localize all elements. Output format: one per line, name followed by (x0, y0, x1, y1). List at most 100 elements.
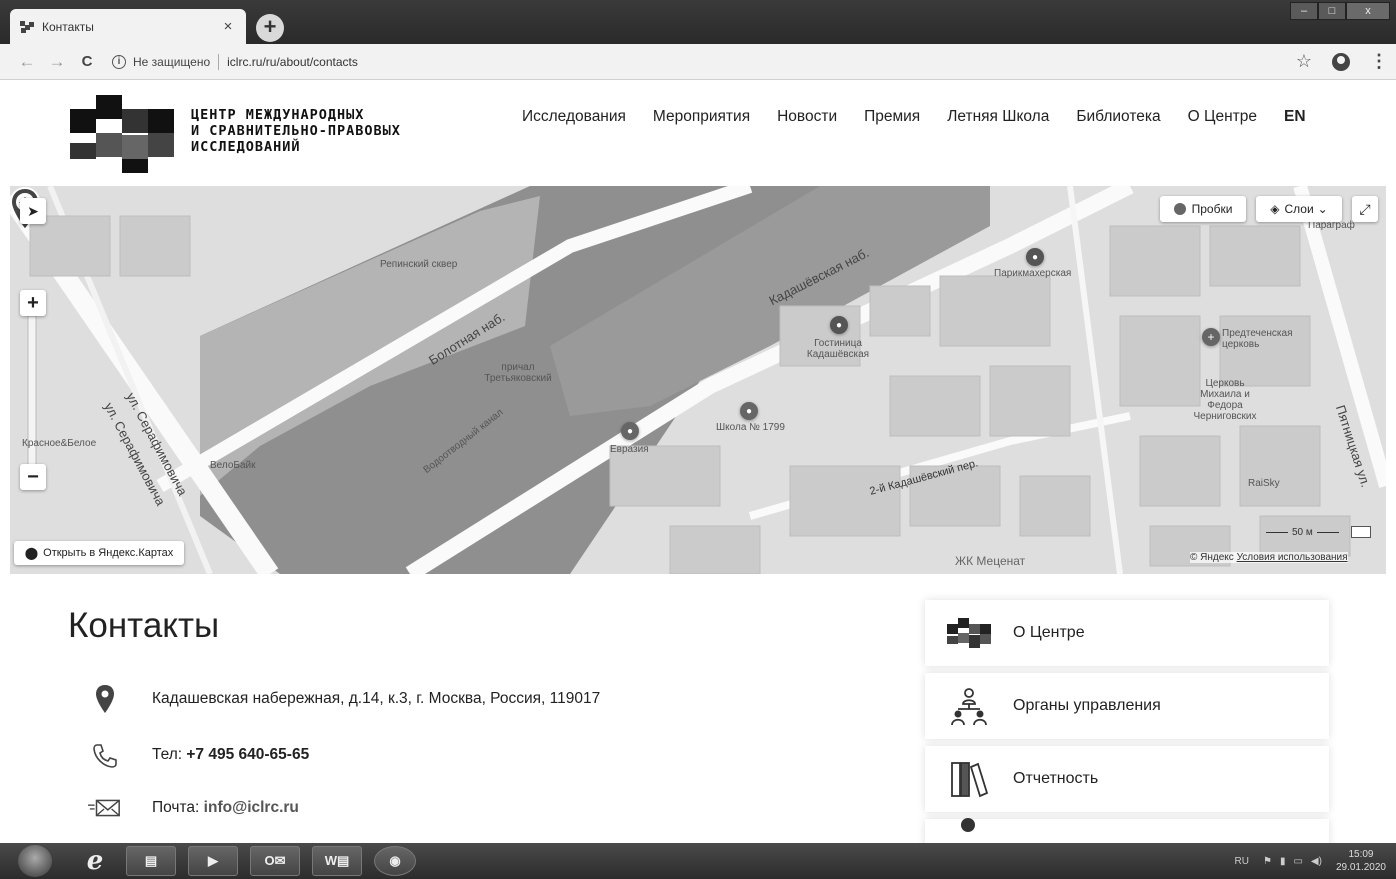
start-button[interactable] (18, 845, 52, 877)
volume-icon[interactable]: ◀) (1311, 856, 1322, 867)
phone-icon (88, 742, 122, 768)
phone-label: Тел: (152, 746, 183, 763)
address-text: Кадашевская набережная, д.14, к.3, г. Мо… (152, 690, 601, 707)
tab-title: Контакты (42, 19, 94, 34)
word-icon[interactable]: W▤ (312, 846, 362, 876)
site-header: ЦЕНТР МЕЖДУНАРОДНЫХ И СРАВНИТЕЛЬНО-ПРАВО… (0, 80, 1396, 185)
books-icon (947, 759, 991, 799)
eurasia-poi-icon[interactable]: ● (621, 422, 639, 440)
zoom-in-button[interactable]: + (20, 290, 46, 316)
hairdresser-poi-icon[interactable]: ● (1026, 248, 1044, 266)
traffic-button-label: Пробки (1191, 202, 1233, 216)
security-status: Не защищено (133, 54, 211, 69)
terms-link[interactable]: Условия использования (1237, 552, 1348, 563)
logo-line-3: ИССЛЕДОВАНИЙ (191, 139, 301, 155)
side-menu-item-governance[interactable]: Органы управления (925, 673, 1329, 739)
place-church-1: Предтеченская церковь (1222, 328, 1293, 350)
ruler-icon[interactable] (1350, 526, 1371, 538)
mail-link[interactable]: info@iclrc.ru (204, 799, 299, 816)
place-krasnoe: Красное&Белое (22, 438, 97, 449)
school-poi-icon[interactable]: ● (740, 402, 758, 420)
minimize-button[interactable]: – (1290, 2, 1318, 20)
open-in-yandex-button[interactable]: ⬤ Открыть в Яндекс.Картах (14, 541, 184, 565)
file-explorer-icon[interactable]: ▤ (126, 846, 176, 876)
media-player-icon[interactable]: ▶ (188, 846, 238, 876)
map-drawing (10, 186, 1386, 574)
hotel-poi-icon[interactable]: ● (830, 316, 848, 334)
outlook-icon[interactable]: O✉ (250, 846, 300, 876)
logo-icon (947, 613, 991, 653)
browser-tab-bar: Контакты × + – □ x (0, 0, 1396, 44)
geolocation-icon[interactable]: ➤ (20, 198, 46, 224)
nav-research[interactable]: Исследования (522, 108, 626, 126)
main-navigation: Исследования Мероприятия Новости Премия … (522, 108, 1306, 126)
side-menu-item-about[interactable]: О Центре (925, 600, 1329, 666)
page-title: Контакты (68, 606, 220, 645)
traffic-button[interactable]: Пробки (1160, 196, 1246, 222)
nav-summer-school[interactable]: Летняя Школа (947, 108, 1049, 126)
back-arrow-icon[interactable]: ← (12, 52, 42, 72)
profile-icon[interactable] (1332, 52, 1350, 71)
info-icon[interactable]: i (112, 54, 126, 69)
chevron-down-icon: ⌄ (1317, 202, 1328, 216)
nav-library[interactable]: Библиотека (1076, 108, 1160, 126)
mail-icon (88, 797, 122, 819)
nav-events[interactable]: Мероприятия (653, 108, 750, 126)
zoom-out-button[interactable]: − (20, 464, 46, 490)
close-window-button[interactable]: x (1346, 2, 1390, 20)
clock-date: 29.01.2020 (1335, 862, 1386, 873)
window-controls: – □ x (1290, 2, 1390, 20)
site-logo-text[interactable]: ЦЕНТР МЕЖДУНАРОДНЫХ И СРАВНИТЕЛЬНО-ПРАВО… (191, 107, 401, 155)
system-tray: RU ⚑ ▮ ▭ ◀) 15:09 29.01.2020 (1235, 848, 1386, 874)
monitor-icon[interactable]: ▭ (1293, 856, 1302, 867)
partial-item-icon (961, 818, 975, 832)
url-text[interactable]: iclrc.ru/ru/about/contacts (227, 55, 358, 69)
org-structure-icon (947, 686, 991, 726)
clock-time: 15:09 (1348, 849, 1374, 860)
browser-tab-active[interactable]: Контакты × (10, 9, 246, 44)
maximize-button[interactable]: □ (1318, 2, 1346, 20)
chrome-icon[interactable]: ◉ (374, 846, 416, 876)
side-menu-label: О Центре (1013, 624, 1085, 641)
phone-number[interactable]: +7 495 640-65-65 (186, 746, 309, 763)
layers-button[interactable]: ◈ Слои ⌄ (1256, 196, 1342, 222)
logo-line-2: И СРАВНИТЕЛЬНО-ПРАВОВЫХ (191, 123, 401, 139)
church-poi-icon[interactable]: + (1202, 328, 1220, 346)
browser-menu-icon[interactable]: ⋮ (1370, 51, 1388, 72)
place-school: Школа № 1799 (716, 422, 785, 433)
address-bar[interactable]: i Не защищено iclrc.ru/ru/about/contacts (112, 48, 1296, 76)
yandex-map[interactable]: Болотная наб. Кадашёвская наб. ул. Сераф… (10, 186, 1386, 574)
map-scale: 50 м (1266, 526, 1371, 538)
url-separator (218, 53, 220, 70)
keyboard-language[interactable]: RU (1235, 856, 1249, 867)
side-menu-label: Отчетность (1013, 770, 1099, 787)
place-church-2: Церковь Михаила и Федора Черниговских (1193, 378, 1257, 422)
nav-about[interactable]: О Центре (1188, 108, 1257, 126)
windows-taskbar: e ▤ ▶ O✉ W▤ ◉ RU ⚑ ▮ ▭ ◀) 15:09 29.01.20… (0, 843, 1396, 879)
layers-icon: ◈ (1270, 202, 1280, 216)
place-mecenat: ЖК Меценат (955, 554, 1026, 568)
flag-icon[interactable]: ⚑ (1263, 856, 1272, 867)
place-eurasia: Евразия (610, 444, 649, 455)
internet-explorer-icon[interactable]: e (70, 846, 120, 876)
bookmark-star-icon[interactable]: ☆ (1296, 51, 1312, 72)
place-pier: причал Третьяковский (484, 362, 552, 384)
clock[interactable]: 15:09 29.01.2020 (1336, 848, 1386, 874)
place-hotel: Гостиница Кадашёвская (806, 338, 870, 360)
site-logo-icon[interactable] (70, 95, 174, 173)
open-in-yandex-label: Открыть в Яндекс.Картах (43, 547, 174, 559)
phone-row: Тел: +7 495 640-65-65 (88, 742, 309, 768)
place-bike: ВелоБайк (210, 460, 256, 471)
nav-award[interactable]: Премия (864, 108, 920, 126)
new-tab-button[interactable]: + (256, 14, 284, 42)
fullscreen-icon[interactable]: ⤢ (1352, 196, 1378, 222)
layers-button-label: Слои (1284, 202, 1314, 216)
network-icon[interactable]: ▮ (1280, 856, 1286, 867)
forward-arrow-icon[interactable]: → (42, 52, 72, 72)
nav-news[interactable]: Новости (777, 108, 837, 126)
reload-icon[interactable]: C (72, 53, 102, 70)
language-switch[interactable]: EN (1284, 108, 1306, 126)
tab-close-icon[interactable]: × (220, 18, 236, 35)
logo-line-1: ЦЕНТР МЕЖДУНАРОДНЫХ (191, 107, 365, 123)
side-menu-item-reports[interactable]: Отчетность (925, 746, 1329, 812)
